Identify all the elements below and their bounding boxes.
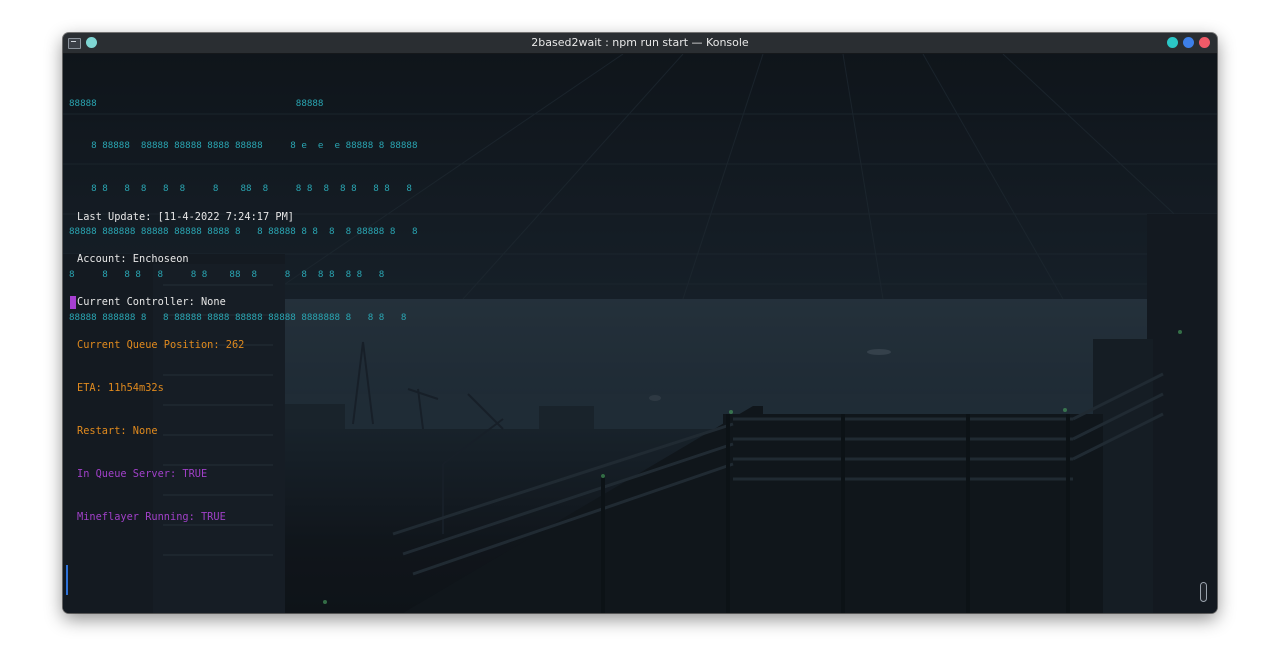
mineflayer-running-line: Mineflayer Running: TRUE: [77, 510, 226, 523]
status-block: Last Update: [11-4-2022 7:24:17 PM] Acco…: [77, 181, 294, 553]
banner-line: 88888 88888: [69, 97, 324, 109]
scrollbar-handle[interactable]: [1200, 582, 1207, 602]
banner-line: 8 88888 88888 88888 8888 88888 8 e e e 8…: [69, 140, 418, 152]
last-update-line: Last Update: [11-4-2022 7:24:17 PM]: [77, 210, 294, 223]
eta-line: ETA: 11h54m32s: [77, 382, 164, 395]
maximize-icon[interactable]: [1183, 37, 1194, 48]
terminal-view[interactable]: 88888 88888 8 88888 88888 88888 8888 888…: [63, 54, 1217, 613]
account-line: Account: Enchoseon: [77, 253, 189, 266]
controller-line: Current Controller: None: [77, 296, 226, 309]
scroll-position-marker: [66, 565, 68, 595]
konsole-window: 2based2wait : npm run start — Konsole 88…: [63, 33, 1217, 613]
minimize-icon[interactable]: [1167, 37, 1178, 48]
restart-line: Restart: None: [77, 425, 158, 438]
window-title: 2based2wait : npm run start — Konsole: [531, 36, 749, 49]
in-queue-server-line: In Queue Server: TRUE: [77, 467, 208, 480]
terminal-cursor: [70, 296, 76, 309]
queue-position-line: Current Queue Position: 262: [77, 339, 245, 352]
close-icon[interactable]: [1199, 37, 1210, 48]
terminal-output[interactable]: 88888 88888 8 88888 88888 88888 8888 888…: [63, 54, 1217, 613]
title-bar[interactable]: 2based2wait : npm run start — Konsole: [63, 33, 1217, 54]
